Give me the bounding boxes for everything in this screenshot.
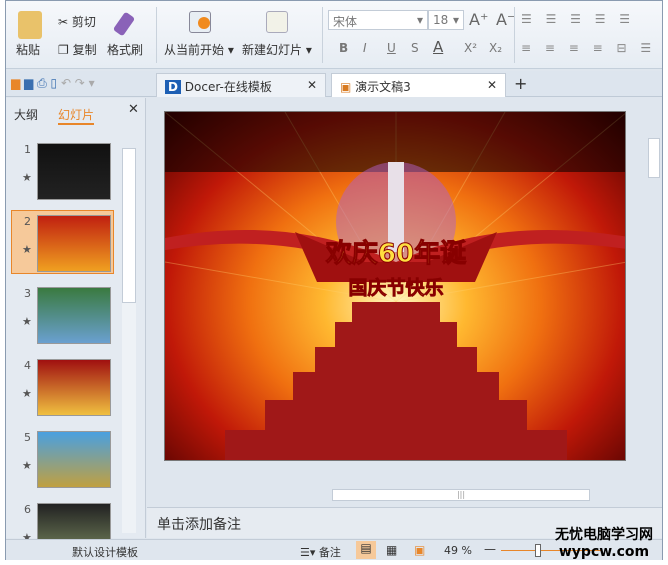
animation-star-icon: ★ [22, 171, 32, 184]
animation-star-icon: ★ [22, 243, 32, 256]
animation-star-icon: ★ [22, 387, 32, 400]
slide-artwork: 欢庆60年诞 国庆节快乐 [165, 112, 625, 460]
slide-title: 欢庆60年诞 [325, 238, 467, 269]
strikethrough-button[interactable]: S [411, 41, 419, 55]
template-name[interactable]: 默认设计模板 [72, 544, 138, 560]
cut-button[interactable]: ✂ 剪切 [58, 13, 96, 30]
new-slide-icon [266, 11, 288, 33]
slideshow-icon[interactable]: ▣ [414, 543, 425, 557]
slide-thumbnail[interactable] [37, 287, 111, 344]
paste-button[interactable]: 粘贴 [16, 41, 40, 58]
copy-button[interactable]: ❐ 复制 [58, 41, 97, 58]
notes-toggle[interactable]: ☰▾ 备注 [300, 544, 341, 560]
normal-view-icon[interactable]: ▤ [356, 541, 376, 559]
shrink-font-button[interactable]: A⁻ [496, 10, 515, 29]
sorter-view-icon[interactable]: ▦ [386, 543, 397, 557]
slide-thumbnail[interactable] [37, 431, 111, 488]
font-size-select[interactable]: 18 ▾ [428, 10, 464, 30]
slide-canvas[interactable]: 欢庆60年诞 国庆节快乐 [164, 111, 626, 461]
vertical-scrollbar[interactable] [648, 138, 660, 178]
paste-icon[interactable] [18, 11, 42, 39]
from-current-button[interactable]: 从当前开始 ▾ [164, 41, 234, 58]
font-color-button[interactable]: A [433, 38, 443, 56]
tab-bar: ▆ ▆ ⎙ ▯ ↶ ↷ ▾ D Docer-在线模板 ✕ ▣ 演示文稿3 ✕ + [6, 71, 662, 97]
slide-thumbnail[interactable] [37, 143, 111, 200]
app-window: 粘贴 ✂ 剪切 ❐ 复制 格式刷 从当前开始 ▾ 新建幻灯片 ▾ 宋体 ▾ 18 ▾… [5, 0, 663, 560]
scissors-icon: ✂ [58, 15, 72, 29]
subscript-button[interactable]: X₂ [489, 41, 502, 55]
close-panel-icon[interactable]: ✕ [128, 102, 139, 117]
horizontal-scrollbar[interactable]: ||| [152, 487, 657, 503]
tab-docer[interactable]: D Docer-在线模板 ✕ [156, 73, 326, 97]
slide-panel: 大纲 幻灯片 ✕ 1 ★ 2 ★ 3 ★ 4 ★ 5 ★ 6 ★ [6, 98, 146, 560]
paragraph-list-icons[interactable]: ☰ ☰ ☰ ☰ ☰ [521, 12, 635, 26]
docer-icon: D [165, 80, 181, 94]
slide-number: 6 [24, 503, 31, 516]
zoom-out-button[interactable]: — [484, 542, 496, 556]
animation-star-icon: ★ [22, 315, 32, 328]
brush-icon [112, 11, 136, 37]
slide-subtitle: 国庆节快乐 [348, 276, 443, 299]
slide-thumbnail[interactable] [37, 359, 111, 416]
paragraph-align-icons[interactable]: ≡ ≡ ≡ ≡ ⊟ ☰ [521, 41, 656, 55]
slide-editor: 欢庆60年诞 国庆节快乐 ||| [147, 98, 662, 501]
tab-outline[interactable]: 大纲 [14, 106, 38, 123]
close-tab-icon[interactable]: ✕ [487, 78, 497, 92]
slide-number: 3 [24, 287, 31, 300]
animation-star-icon: ★ [22, 459, 32, 472]
italic-button[interactable]: I [363, 41, 367, 55]
slide-number: 2 [24, 215, 31, 228]
slide-number: 5 [24, 431, 31, 444]
new-slide-button[interactable]: 新建幻灯片 ▾ [242, 41, 312, 58]
close-tab-icon[interactable]: ✕ [307, 78, 317, 92]
zoom-level: 49 % [444, 544, 472, 557]
grow-font-button[interactable]: A⁺ [469, 10, 488, 29]
watermark: 无忧电脑学习网 wypcw.com [555, 527, 653, 560]
underline-button[interactable]: U [387, 41, 396, 55]
tab-slides[interactable]: 幻灯片 [58, 106, 95, 125]
slide-number: 4 [24, 359, 31, 372]
copy-icon: ❐ [58, 43, 73, 57]
new-tab-button[interactable]: + [514, 74, 527, 93]
notes-icon: ☰▾ [300, 546, 319, 559]
superscript-button[interactable]: X² [464, 41, 477, 55]
quick-access-toolbar[interactable]: ▆ ▆ ⎙ ▯ ↶ ↷ ▾ [11, 76, 95, 91]
tab-presentation[interactable]: ▣ 演示文稿3 ✕ [331, 73, 506, 97]
notes-placeholder: 单击添加备注 [157, 517, 241, 533]
format-painter-button[interactable]: 格式刷 [107, 41, 143, 58]
panel-scrollbar[interactable] [122, 148, 136, 533]
slide-thumbnail[interactable] [37, 215, 111, 272]
play-from-current-icon [189, 11, 211, 33]
ribbon: 粘贴 ✂ 剪切 ❐ 复制 格式刷 从当前开始 ▾ 新建幻灯片 ▾ 宋体 ▾ 18 ▾… [6, 1, 662, 69]
slide-number: 1 [24, 143, 31, 156]
presentation-icon: ▣ [340, 80, 352, 94]
bold-button[interactable]: B [339, 41, 348, 55]
font-name-select[interactable]: 宋体 ▾ [328, 10, 428, 30]
